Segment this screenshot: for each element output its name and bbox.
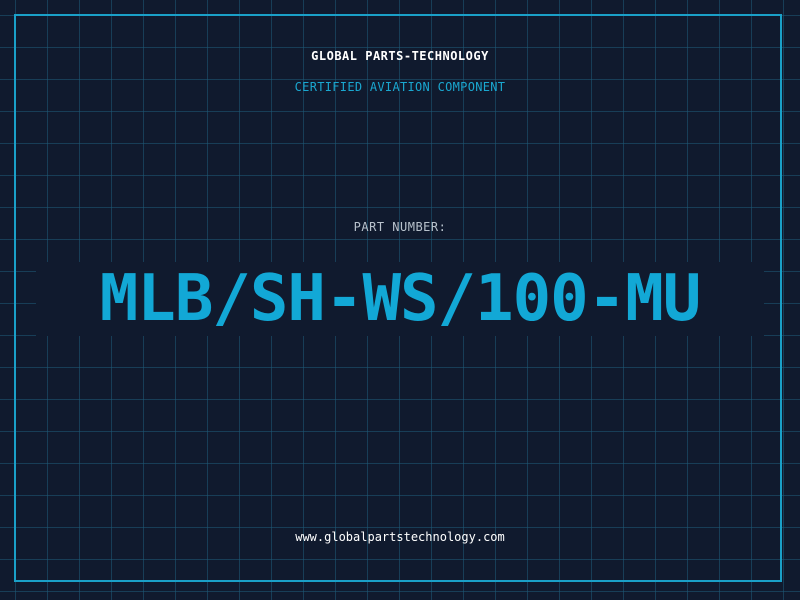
part-number-label: PART NUMBER:	[353, 220, 447, 234]
part-number-value: MLB/SH-WS/100-MU	[99, 262, 702, 336]
company-name: GLOBAL PARTS-TECHNOLOGY	[311, 49, 489, 63]
certification-tagline: CERTIFIED AVIATION COMPONENT	[294, 80, 506, 94]
website-link[interactable]: www.globalpartstechnology.com	[0, 530, 800, 544]
